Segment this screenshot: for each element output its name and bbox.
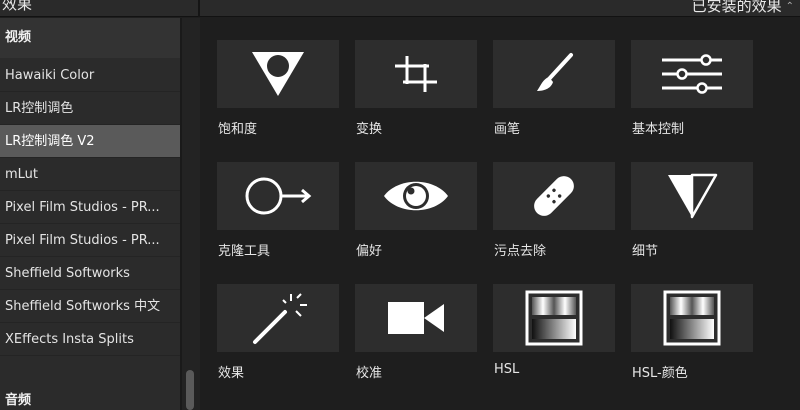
effect-tile-effects[interactable]: 效果 <box>217 284 339 381</box>
sliders-icon <box>658 52 726 96</box>
detail-triangle-icon <box>664 171 720 221</box>
hsl-gradient-icon <box>663 290 721 346</box>
effect-thumbnail <box>631 40 753 108</box>
chevron-updown-icon: ⌃ <box>785 1 794 12</box>
effect-tile-hsl[interactable]: HSL <box>493 284 615 377</box>
effect-thumbnail <box>355 40 477 108</box>
effects-grid: 饱和度 变换 画笔 基本控制 克隆工具 偏好 污点去除 细节 效果 校准 HSL… <box>200 18 800 410</box>
effect-thumbnail <box>493 40 615 108</box>
installed-effects-label: 已安装的效果 <box>691 0 782 15</box>
sidebar-item-sheffield-softworks-cn[interactable]: Sheffield Softworks 中文 <box>0 290 180 323</box>
top-bar: 效果 已安装的效果 ⌃ <box>0 0 800 17</box>
effect-tile-spot-removal[interactable]: 污点去除 <box>493 162 615 259</box>
effect-tile-brush[interactable]: 画笔 <box>493 40 615 137</box>
eye-icon <box>380 173 452 219</box>
sidebar-item-pixel-film-studios-1[interactable]: Pixel Film Studios - PR... <box>0 191 180 224</box>
sidebar-item-sheffield-softworks[interactable]: Sheffield Softworks <box>0 257 180 290</box>
sidebar-item-mlut[interactable]: mLut <box>0 158 180 191</box>
header-divider <box>198 0 200 17</box>
sidebar-item-pixel-film-studios-2[interactable]: Pixel Film Studios - PR... <box>0 224 180 257</box>
effect-tile-preference[interactable]: 偏好 <box>355 162 477 259</box>
effect-tile-hsl-color[interactable]: HSL-颜色 <box>631 284 753 381</box>
magic-wand-icon <box>245 290 311 346</box>
effect-label: 变换 <box>356 122 383 137</box>
sidebar-item-lr-control[interactable]: LR控制调色 <box>0 92 180 125</box>
effect-label: 画笔 <box>494 122 521 137</box>
sidebar-item-hawaiki-color[interactable]: Hawaiki Color <box>0 59 180 92</box>
effect-thumbnail <box>493 284 615 352</box>
sidebar: 视频 Hawaiki Color LR控制调色 LR控制调色 V2 mLut P… <box>0 18 198 410</box>
effect-thumbnail <box>355 284 477 352</box>
effect-tile-detail[interactable]: 细节 <box>631 162 753 259</box>
scrollbar-track[interactable] <box>182 18 200 410</box>
effect-label: 偏好 <box>356 244 383 259</box>
effect-tile-clone-tool[interactable]: 克隆工具 <box>217 162 339 259</box>
effect-label: HSL-颜色 <box>632 366 688 381</box>
effect-tile-basic-control[interactable]: 基本控制 <box>631 40 753 137</box>
effect-tile-saturation[interactable]: 饱和度 <box>217 40 339 137</box>
effect-label: 细节 <box>632 244 659 259</box>
crop-icon <box>391 52 441 96</box>
sidebar-item-lr-control-v2[interactable]: LR控制调色 V2 <box>0 125 180 158</box>
effect-label: 效果 <box>218 366 245 381</box>
effect-label: 校准 <box>356 366 383 381</box>
brush-icon <box>531 51 577 97</box>
effect-thumbnail <box>355 162 477 230</box>
effect-thumbnail <box>493 162 615 230</box>
effect-label: 克隆工具 <box>218 244 271 259</box>
effect-thumbnail <box>631 162 753 230</box>
clone-icon <box>240 173 316 219</box>
effect-label: 饱和度 <box>218 122 258 137</box>
scrollbar-thumb[interactable] <box>186 370 194 410</box>
installed-effects-dropdown[interactable]: 已安装的效果 ⌃ <box>692 0 794 16</box>
effect-tile-transform[interactable]: 变换 <box>355 40 477 137</box>
effect-label: HSL <box>494 362 520 377</box>
section-video[interactable]: 视频 <box>0 18 180 58</box>
effect-thumbnail <box>631 284 753 352</box>
triangle-circle-icon <box>248 48 308 100</box>
hsl-gradient-icon <box>525 290 583 346</box>
video-camera-icon <box>384 298 448 338</box>
effect-label: 污点去除 <box>494 244 547 259</box>
effect-thumbnail <box>217 40 339 108</box>
bandage-icon <box>526 168 582 224</box>
effect-thumbnail <box>217 162 339 230</box>
effect-thumbnail <box>217 284 339 352</box>
panel-title: 效果 <box>2 0 33 13</box>
effect-label: 基本控制 <box>632 122 685 137</box>
effect-tile-calibration[interactable]: 校准 <box>355 284 477 381</box>
sidebar-item-xeffects-insta-splits[interactable]: XEffects Insta Splits <box>0 323 180 356</box>
section-audio[interactable]: 音频 <box>0 382 180 410</box>
